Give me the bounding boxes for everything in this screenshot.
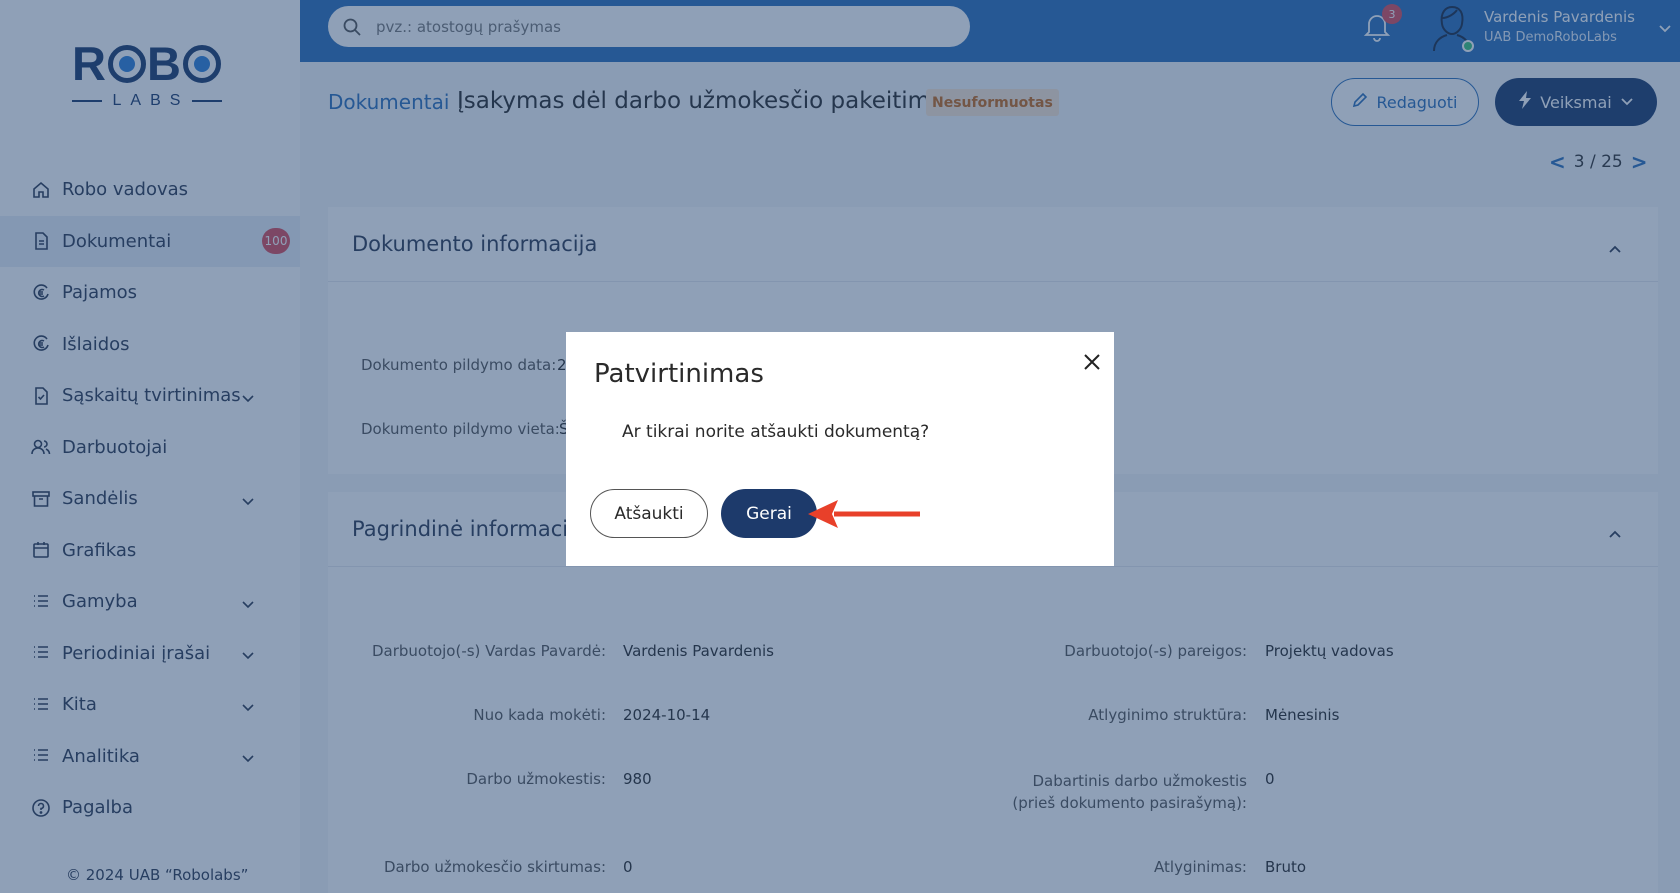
dialog-title: Patvirtinimas (594, 359, 764, 389)
cancel-button[interactable]: Atšaukti (590, 489, 708, 538)
ok-button[interactable]: Gerai (721, 489, 817, 538)
close-icon[interactable] (1078, 348, 1106, 376)
annotation-arrow-icon (808, 500, 920, 528)
dialog-message: Ar tikrai norite atšaukti dokumentą? (622, 422, 930, 442)
